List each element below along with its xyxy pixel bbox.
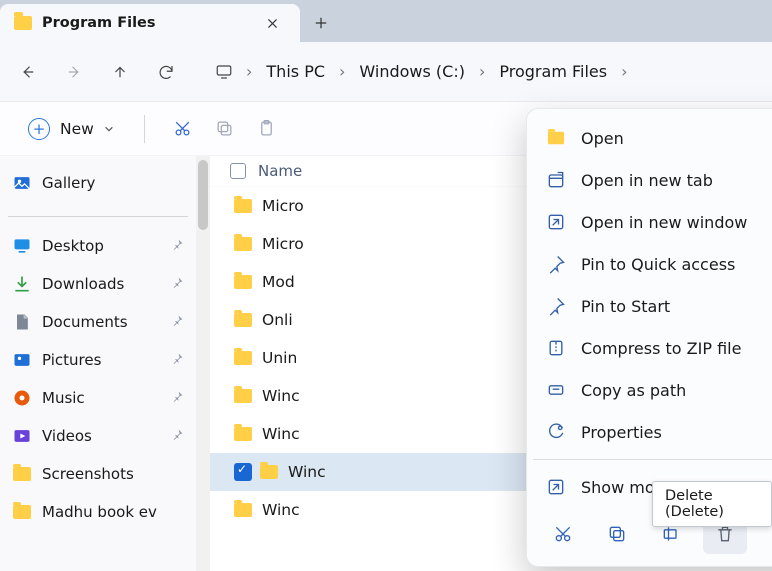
context-item-open[interactable]: OpenEnter bbox=[531, 117, 772, 159]
breadcrumb: › This PC › Windows (C:) › Program Files… bbox=[210, 52, 632, 92]
pin-icon bbox=[171, 351, 184, 369]
context-copy-button[interactable] bbox=[595, 514, 639, 554]
music-icon bbox=[12, 388, 32, 408]
chevron-right-icon[interactable]: › bbox=[475, 62, 489, 81]
newwin-icon bbox=[545, 211, 567, 233]
file-name: Winc bbox=[262, 425, 300, 443]
pin-icon bbox=[171, 389, 184, 407]
select-all-checkbox[interactable] bbox=[230, 163, 246, 179]
sidebar-item-downloads[interactable]: Downloads bbox=[8, 265, 188, 303]
folder-icon bbox=[234, 237, 252, 251]
active-tab[interactable]: Program Files bbox=[0, 4, 300, 42]
separator bbox=[533, 459, 772, 460]
sidebar-item-desktop[interactable]: Desktop bbox=[8, 227, 188, 265]
chevron-right-icon[interactable]: › bbox=[242, 62, 256, 81]
column-name[interactable]: Name bbox=[258, 162, 302, 180]
sidebar-item-documents[interactable]: Documents bbox=[8, 303, 188, 341]
sidebar-item-videos[interactable]: Videos bbox=[8, 417, 188, 455]
context-item-compress-to-zip-file[interactable]: Compress to ZIP file bbox=[531, 327, 772, 369]
new-tab-button[interactable] bbox=[300, 4, 342, 42]
up-button[interactable] bbox=[100, 52, 140, 92]
folder-icon bbox=[260, 465, 278, 479]
path-icon bbox=[545, 379, 567, 401]
context-item-open-in-new-tab[interactable]: Open in new tab bbox=[531, 159, 772, 201]
sidebar-item-madhu-book-ev[interactable]: Madhu book ev bbox=[8, 493, 188, 531]
show-more-icon bbox=[545, 476, 567, 498]
folder-icon bbox=[234, 199, 252, 213]
close-tab-button[interactable] bbox=[258, 9, 286, 37]
file-list: Name fied Micro3 03:20Micro3 06:31Mod3 0… bbox=[210, 156, 772, 571]
forward-button[interactable] bbox=[54, 52, 94, 92]
context-cut-button[interactable] bbox=[541, 514, 585, 554]
context-item-pin-to-quick-access[interactable]: Pin to Quick access bbox=[531, 243, 772, 285]
sidebar-item-pictures[interactable]: Pictures bbox=[8, 341, 188, 379]
file-name: Micro bbox=[262, 235, 304, 253]
row-checkbox[interactable] bbox=[234, 463, 252, 481]
pin-icon bbox=[171, 275, 184, 293]
downloads-icon bbox=[12, 274, 32, 294]
paste-button[interactable] bbox=[249, 111, 285, 147]
folder-icon bbox=[14, 16, 32, 30]
separator bbox=[8, 216, 188, 217]
content-area: Gallery DesktopDownloadsDocumentsPicture… bbox=[0, 156, 772, 571]
sidebar-scrollbar[interactable] bbox=[196, 156, 210, 571]
pin-icon bbox=[545, 295, 567, 317]
pin-icon bbox=[171, 427, 184, 445]
file-name: Micro bbox=[262, 197, 304, 215]
file-name: Onli bbox=[262, 311, 293, 329]
tab-title: Program Files bbox=[42, 15, 248, 31]
documents-icon bbox=[12, 312, 32, 332]
plus-circle-icon: + bbox=[28, 118, 50, 140]
folder-icon bbox=[234, 427, 252, 441]
file-name: Winc bbox=[262, 501, 300, 519]
breadcrumb-drive[interactable]: Windows (C:) bbox=[353, 58, 471, 85]
this-pc-icon[interactable] bbox=[210, 52, 238, 92]
videos-icon bbox=[12, 426, 32, 446]
nav-bar: › This PC › Windows (C:) › Program Files… bbox=[0, 42, 772, 102]
refresh-button[interactable] bbox=[146, 52, 186, 92]
file-name: Winc bbox=[288, 463, 326, 481]
copy-button[interactable] bbox=[207, 111, 243, 147]
desktop-icon bbox=[12, 236, 32, 256]
folder-icon bbox=[234, 313, 252, 327]
folder-icon bbox=[545, 127, 567, 149]
context-item-pin-to-start[interactable]: Pin to Start bbox=[531, 285, 772, 327]
chevron-right-icon[interactable]: › bbox=[617, 62, 631, 81]
props-icon bbox=[545, 421, 567, 443]
chevron-down-icon bbox=[104, 124, 114, 134]
chevron-right-icon[interactable]: › bbox=[335, 62, 349, 81]
tooltip: Delete (Delete) bbox=[652, 481, 772, 527]
sidebar-item-screenshots[interactable]: Screenshots bbox=[8, 455, 188, 493]
sidebar-item-music[interactable]: Music bbox=[8, 379, 188, 417]
back-button[interactable] bbox=[8, 52, 48, 92]
breadcrumb-folder[interactable]: Program Files bbox=[493, 58, 613, 85]
context-item-copy-as-path[interactable]: Copy as pathCtrl+Shift+C bbox=[531, 369, 772, 411]
pictures-icon bbox=[12, 350, 32, 370]
sidebar: Gallery DesktopDownloadsDocumentsPicture… bbox=[0, 156, 196, 571]
gallery-icon bbox=[12, 173, 32, 193]
context-item-properties[interactable]: PropertiesAlt+Enter bbox=[531, 411, 772, 453]
folder-icon bbox=[12, 464, 32, 484]
folder-icon bbox=[234, 389, 252, 403]
file-name: Winc bbox=[262, 387, 300, 405]
sidebar-item-gallery[interactable]: Gallery bbox=[8, 164, 188, 202]
new-button[interactable]: + New bbox=[18, 112, 124, 146]
title-bar: Program Files bbox=[0, 0, 772, 42]
cut-button[interactable] bbox=[165, 111, 201, 147]
pin-icon bbox=[171, 313, 184, 331]
pin-icon bbox=[545, 253, 567, 275]
breadcrumb-this-pc[interactable]: This PC bbox=[260, 58, 331, 85]
folder-icon bbox=[12, 502, 32, 522]
folder-icon bbox=[234, 503, 252, 517]
new-button-label: New bbox=[60, 120, 94, 138]
separator bbox=[144, 115, 145, 143]
pin-icon bbox=[171, 237, 184, 255]
context-item-open-in-new-window[interactable]: Open in new window bbox=[531, 201, 772, 243]
folder-icon bbox=[234, 275, 252, 289]
folder-icon bbox=[234, 351, 252, 365]
newtab-icon bbox=[545, 169, 567, 191]
file-name: Unin bbox=[262, 349, 297, 367]
file-name: Mod bbox=[262, 273, 295, 291]
zip-icon bbox=[545, 337, 567, 359]
